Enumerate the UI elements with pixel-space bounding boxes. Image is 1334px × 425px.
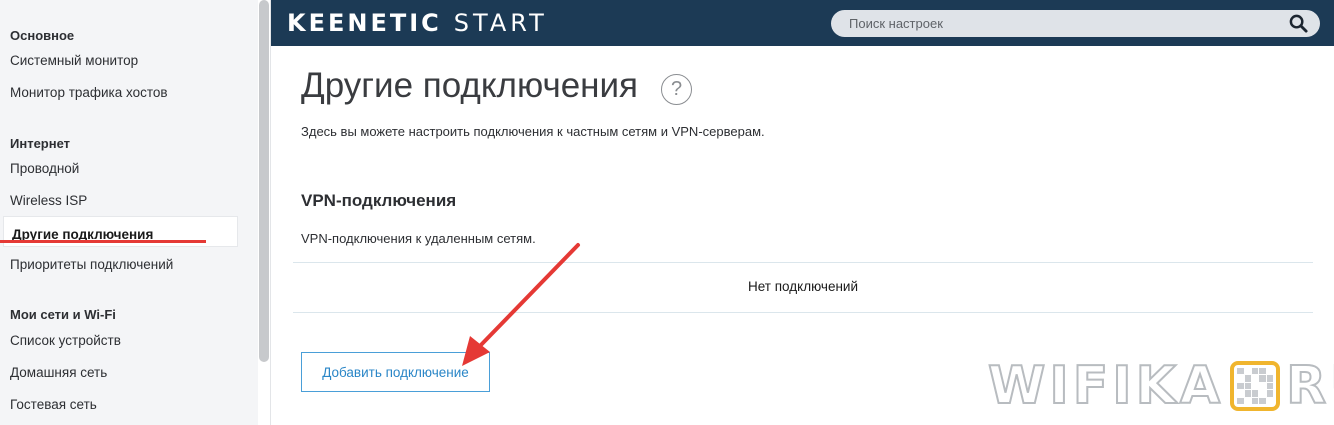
sidebar-item-system-monitor[interactable]: Системный монитор [10,53,138,68]
sidebar-item-device-list[interactable]: Список устройств [10,333,121,348]
annotation-underline [0,240,206,243]
vpn-section-heading: VPN-подключения [301,191,457,210]
sidebar-section-internet: Интернет [10,136,71,151]
table-bottom-divider [293,312,1313,313]
vpn-section-description: VPN-подключения к удаленным сетям. [301,231,536,246]
search-icon[interactable] [1289,14,1308,33]
watermark-text-right: RU [1285,355,1334,417]
page-title: Другие подключения [301,66,638,105]
sidebar-item-home-network[interactable]: Домашняя сеть [10,365,107,380]
add-connection-button[interactable]: Добавить подключение [301,352,490,392]
qr-code-icon [1230,361,1281,411]
help-icon[interactable]: ? [661,74,692,105]
table-top-divider [293,262,1313,263]
watermark-text-left: WIFIKA [987,355,1225,417]
sidebar-section-my-networks: Мои сети и Wi-Fi [10,307,116,322]
page-description: Здесь вы можете настроить подключения к … [301,124,765,139]
sidebar-item-guest-network[interactable]: Гостевая сеть [10,397,97,412]
wifika-watermark: WIFIKA RU [987,355,1334,417]
top-header: KEENETIC START [271,0,1334,46]
empty-state-text: Нет подключений [748,279,858,294]
search-input[interactable] [849,14,1269,33]
sidebar: Основное Системный монитор Монитор трафи… [0,0,258,425]
settings-search[interactable] [831,10,1320,37]
sidebar-item-wired[interactable]: Проводной [10,161,79,176]
sidebar-item-wireless-isp[interactable]: Wireless ISP [10,193,87,208]
logo-brand: KEENETIC [287,9,442,37]
sidebar-section-basic: Основное [10,28,75,43]
sidebar-scrollbar-thumb[interactable] [259,0,269,362]
sidebar-item-connection-priorities[interactable]: Приоритеты подключений [10,257,173,272]
logo-product: START [453,9,548,37]
sidebar-item-host-traffic-monitor[interactable]: Монитор трафика хостов [10,85,168,100]
sidebar-divider [270,0,271,425]
keenetic-logo[interactable]: KEENETIC START [287,9,548,38]
